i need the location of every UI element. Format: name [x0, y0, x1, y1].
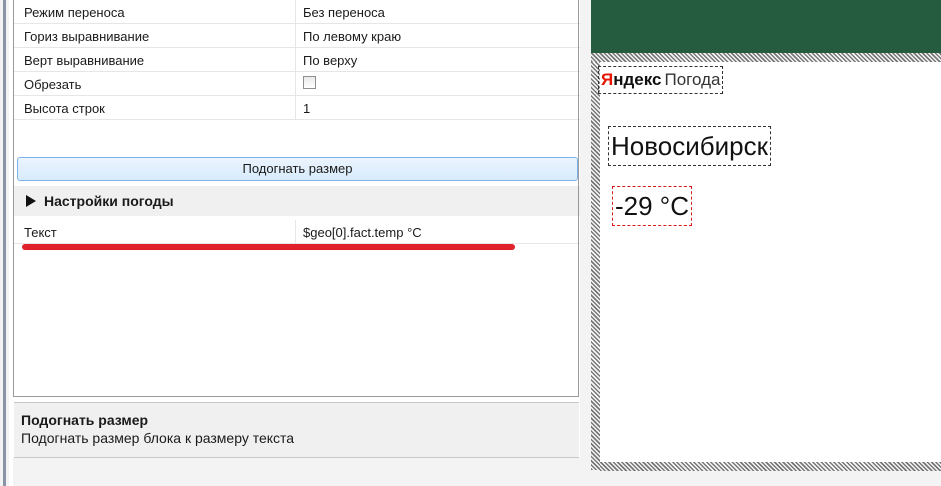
- property-value[interactable]: Без переноса: [303, 5, 385, 20]
- city-text-block[interactable]: Новосибирск: [608, 126, 771, 166]
- property-name: Режим переноса: [24, 5, 125, 20]
- clip-checkbox[interactable]: [303, 76, 316, 89]
- logo-pogoda: Погода: [664, 70, 721, 89]
- column-divider: [295, 48, 296, 71]
- column-divider: [295, 24, 296, 47]
- temperature-text-block[interactable]: -29 °C: [612, 186, 692, 226]
- property-value[interactable]: По левому краю: [303, 29, 401, 44]
- property-name: Верт выравнивание: [24, 53, 145, 68]
- help-description: Подогнать размер блока к размеру текста: [21, 430, 295, 446]
- group-label: Настройки погоды: [44, 193, 174, 209]
- weather-settings-group[interactable]: Настройки погоды: [14, 186, 580, 216]
- column-divider: [295, 96, 296, 119]
- bottom-strip: [13, 458, 580, 486]
- property-value[interactable]: По верху: [303, 53, 357, 68]
- expand-triangle-icon[interactable]: [26, 195, 36, 207]
- property-row-vertical-align[interactable]: Верт выравнивание По верху: [14, 48, 580, 72]
- hatched-border-bottom: [600, 462, 941, 471]
- help-title: Подогнать размер: [21, 412, 149, 428]
- column-divider: [295, 220, 296, 243]
- property-row-text[interactable]: Текст $geo[0].fact.temp °C: [14, 220, 580, 244]
- splitter-bar[interactable]: [3, 0, 6, 486]
- property-row-line-height[interactable]: Высота строк 1: [14, 96, 580, 120]
- splitter-gap[interactable]: [580, 0, 591, 486]
- hatched-border-left: [591, 62, 600, 470]
- help-status-panel: Подогнать размер Подогнать размер блока …: [14, 402, 579, 458]
- logo-ya: Я: [601, 70, 614, 89]
- hatched-border-top: [591, 53, 941, 62]
- property-value[interactable]: 1: [303, 101, 310, 116]
- logo-ndex: ндекс: [613, 70, 662, 89]
- property-name: Текст: [24, 225, 57, 240]
- property-row-horizontal-align[interactable]: Гориз выравнивание По левому краю: [14, 24, 580, 48]
- yandex-pogoda-logo-block[interactable]: Яндекс Погода: [598, 66, 724, 94]
- property-name: Обрезать: [24, 77, 82, 92]
- left-edge-strip: [0, 0, 9, 486]
- column-divider: [295, 72, 296, 95]
- column-divider: [295, 0, 296, 23]
- preview-header-band: [591, 0, 941, 53]
- property-value[interactable]: $geo[0].fact.temp °C: [303, 225, 422, 240]
- fit-size-button[interactable]: Подогнать размер: [17, 157, 578, 181]
- property-name: Высота строк: [24, 101, 105, 116]
- red-highlight-underline: [22, 244, 515, 250]
- property-row-clip[interactable]: Обрезать: [14, 72, 580, 96]
- preview-sheet: [600, 62, 941, 462]
- property-name: Гориз выравнивание: [24, 29, 150, 44]
- property-row-wrap-mode[interactable]: Режим переноса Без переноса: [14, 0, 580, 24]
